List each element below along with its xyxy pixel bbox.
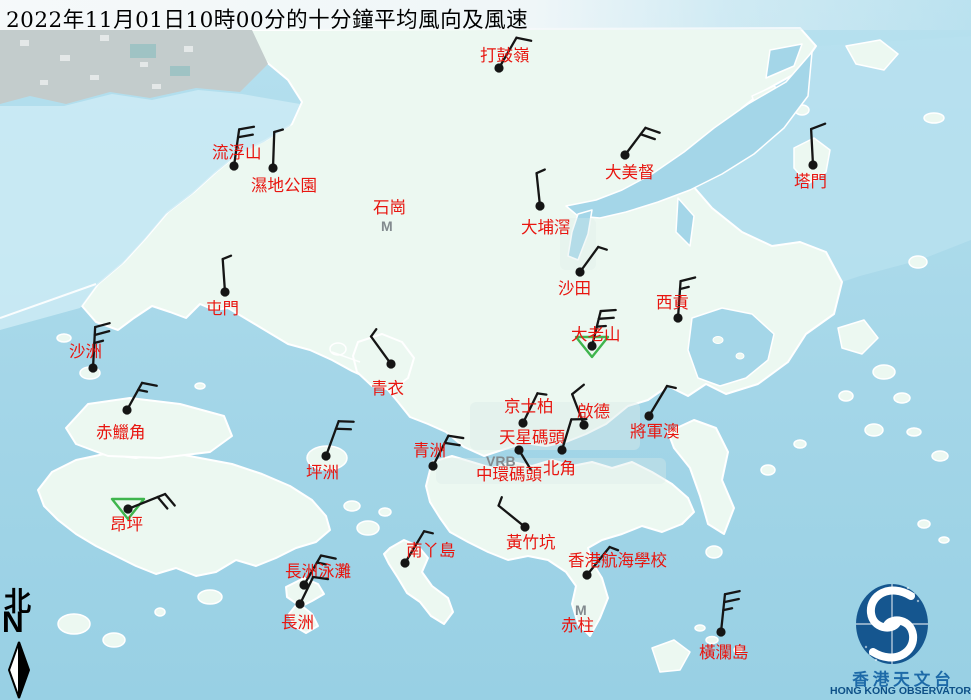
station-label: 大老山 (571, 325, 621, 344)
station-dot (644, 411, 653, 420)
station-label: 香港航海學校 (568, 551, 667, 570)
map-title: 2022年11月01日10時00分的十分鐘平均風向及風速 (6, 3, 528, 34)
station-label: 大美督 (605, 163, 655, 182)
station-label: 京士柏 (504, 397, 554, 416)
station-dot (123, 504, 132, 513)
station-label: 沙田 (558, 279, 591, 298)
station-label: 昂坪 (110, 515, 143, 534)
station-dot (386, 359, 395, 368)
hko-logo: 香港天文台 HONG KONG OBSERVATORY (836, 578, 971, 700)
station-label: 濕地公園 (251, 176, 317, 195)
station-label: 將軍澳 (630, 422, 680, 441)
station-dot (321, 451, 330, 460)
wind-barb-feather (537, 393, 546, 394)
wind-barb-feather (336, 429, 351, 430)
station-dot (575, 267, 584, 276)
station-dot (579, 420, 588, 429)
compass-north-letter: N (2, 606, 22, 640)
station-dot (295, 599, 304, 608)
missing-data-marker: M (381, 218, 393, 234)
station-dot (88, 363, 97, 372)
station-dot (122, 405, 131, 414)
station-label: 青洲 (413, 441, 446, 460)
station-label: 沙洲 (69, 342, 102, 361)
map-canvas: 打鼓嶺流浮山濕地公園 M石崗大埔滘 大美督 塔門屯門 沙田西貢大老山沙洲赤鱲角 青衣京士柏… (0, 0, 971, 700)
station-label: 北角 (543, 459, 576, 478)
station-label: 長洲 (281, 613, 314, 632)
station-dot (220, 287, 229, 296)
station-label: 赤鱲角 (96, 423, 146, 442)
hko-logo-name-english: HONG KONG OBSERVATORY (830, 685, 971, 697)
station-dot (716, 627, 725, 636)
station-label: 大埔滘 (521, 218, 571, 237)
wind-barb-staff (273, 132, 274, 168)
station-label: 塔門 (794, 172, 827, 191)
wind-barb-feather (599, 318, 614, 319)
wind-barb-feather (601, 310, 616, 311)
station-label: 橫瀾島 (699, 643, 749, 662)
station-label: 石崗 (373, 198, 406, 217)
station-dot (229, 161, 238, 170)
hko-wind-map: 打鼓嶺流浮山濕地公園 M石崗大埔滘 大美督 塔門屯門 沙田西貢大老山沙洲赤鱲角 青衣京士柏… (0, 0, 971, 700)
station-dot (535, 201, 544, 210)
station-label: 屯門 (206, 299, 239, 318)
station-dot (673, 313, 682, 322)
compass-north-indicator: 北 N (2, 580, 42, 700)
compass-needle-icon (2, 640, 38, 700)
station-dot (518, 418, 527, 427)
station-label: 打鼓嶺 (480, 46, 530, 65)
station-dot (557, 445, 566, 454)
station-label: 中環碼頭 (476, 465, 543, 484)
station-dot (582, 570, 591, 579)
station-label: 黃竹坑 (506, 533, 556, 552)
station-dot (808, 160, 817, 169)
station-dot (268, 163, 277, 172)
station-label: 青衣 (371, 379, 404, 398)
station-dot (520, 522, 529, 531)
station-label: 南丫島 (406, 541, 456, 560)
station-label: 赤柱 (561, 616, 594, 635)
station-dot (428, 461, 437, 470)
station-label: 西貢 (656, 293, 689, 312)
station-label: 天星碼頭 (499, 428, 566, 447)
station-label: 流浮山 (212, 143, 262, 162)
station-dot (620, 150, 629, 159)
wind-barb-feather (339, 421, 354, 422)
station-label: 坪洲 (306, 463, 339, 482)
